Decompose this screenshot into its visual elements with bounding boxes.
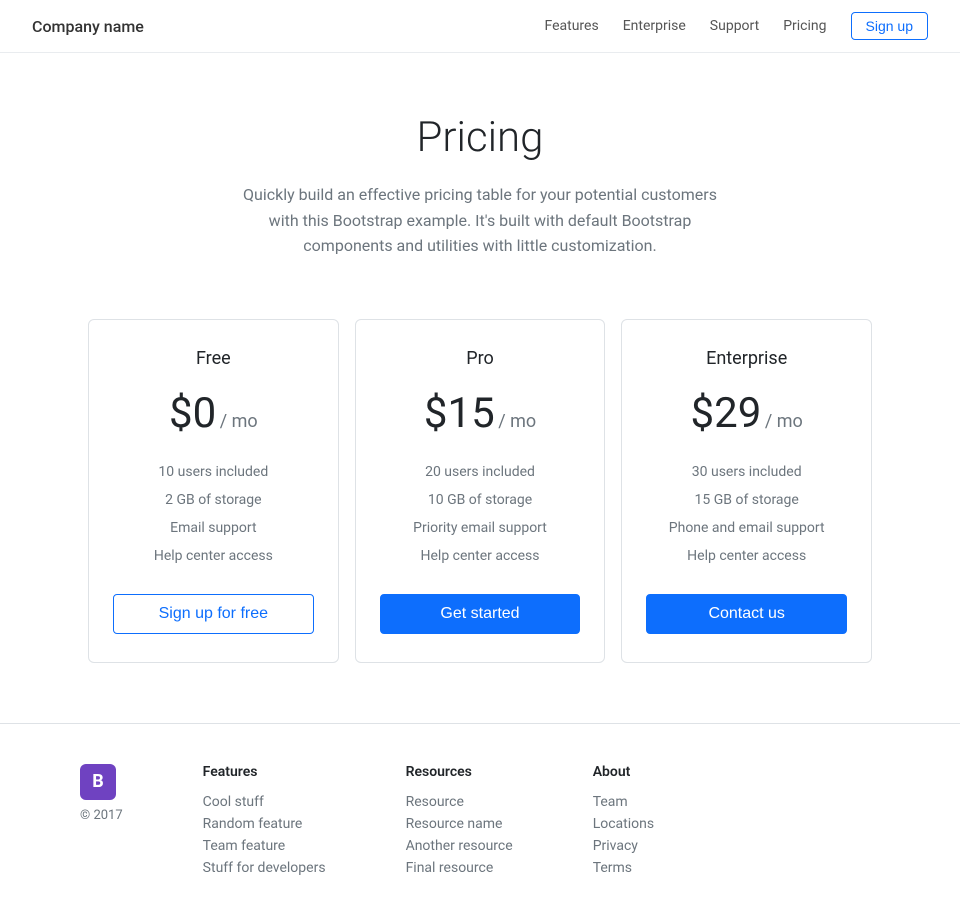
plan-features: 10 users included2 GB of storageEmail su… [113, 458, 314, 570]
footer-link-item: Another resource [406, 838, 513, 854]
pricing-section: Free $0 / mo 10 users included2 GB of st… [0, 299, 960, 723]
footer-link[interactable]: Locations [593, 816, 654, 832]
footer-link-item: Cool stuff [203, 794, 326, 810]
feature-item: Email support [113, 514, 314, 542]
signup-button[interactable]: Sign up [851, 12, 928, 40]
feature-item: Help center access [646, 542, 847, 570]
plan-price: $29 / mo [646, 389, 847, 438]
footer-col-heading: Resources [406, 764, 513, 780]
nav-features[interactable]: Features [544, 18, 598, 34]
price-period: / mo [498, 411, 536, 432]
footer-link[interactable]: Privacy [593, 838, 638, 854]
footer-link-item: Random feature [203, 816, 326, 832]
plan-price: $15 / mo [380, 389, 581, 438]
footer-col-heading: About [593, 764, 654, 780]
feature-item: 30 users included [646, 458, 847, 486]
footer-link[interactable]: Another resource [406, 838, 513, 854]
plan-features: 30 users included15 GB of storagePhone a… [646, 458, 847, 570]
footer-link-list: Cool stuff Random feature Team feature Stuf… [203, 794, 326, 876]
footer-link-item: Final resource [406, 860, 513, 876]
footer-link-list: Resource Resource name Another resource Fin… [406, 794, 513, 876]
feature-item: Help center access [113, 542, 314, 570]
footer-link[interactable]: Cool stuff [203, 794, 264, 810]
footer-link[interactable]: Resource name [406, 816, 503, 832]
footer-link-list: Team Locations Privacy Terms [593, 794, 654, 876]
plan-price: $0 / mo [113, 389, 314, 438]
hero-description: Quickly build an effective pricing table… [230, 182, 730, 259]
nav-enterprise[interactable]: Enterprise [623, 18, 686, 34]
footer-link[interactable]: Resource [406, 794, 464, 810]
feature-item: 10 GB of storage [380, 486, 581, 514]
nav-support[interactable]: Support [710, 18, 759, 34]
footer-col-features: Features Cool stuff Random feature Team fe… [203, 764, 326, 882]
footer-columns: Features Cool stuff Random feature Team fe… [203, 764, 654, 882]
footer-brand: B © 2017 [80, 764, 123, 823]
pricing-card-enterprise: Enterprise $29 / mo 30 users included15 … [621, 319, 872, 663]
footer-link-item: Team feature [203, 838, 326, 854]
price-currency: $ [169, 389, 193, 438]
pricing-card-pro: Pro $15 / mo 20 users included10 GB of s… [355, 319, 606, 663]
footer-link[interactable]: Random feature [203, 816, 303, 832]
feature-item: 15 GB of storage [646, 486, 847, 514]
footer-link[interactable]: Team [593, 794, 628, 810]
footer-link[interactable]: Team feature [203, 838, 286, 854]
footer-link-item: Privacy [593, 838, 654, 854]
footer-link-item: Locations [593, 816, 654, 832]
price-currency: $ [424, 389, 448, 438]
footer-link-item: Resource name [406, 816, 513, 832]
price-period: / mo [220, 411, 258, 432]
copyright: © 2017 [80, 808, 123, 823]
footer-link[interactable]: Terms [593, 860, 632, 876]
feature-item: Help center access [380, 542, 581, 570]
price-amount: 0 [193, 389, 217, 438]
hero-title: Pricing [20, 113, 940, 162]
plan-name: Free [113, 348, 314, 369]
brand-name: Company name [32, 17, 144, 36]
plan-name: Enterprise [646, 348, 847, 369]
pricing-card-free: Free $0 / mo 10 users included2 GB of st… [88, 319, 339, 663]
price-period: / mo [765, 411, 803, 432]
feature-item: 2 GB of storage [113, 486, 314, 514]
footer-link-item: Team [593, 794, 654, 810]
footer-link[interactable]: Final resource [406, 860, 494, 876]
plan-name: Pro [380, 348, 581, 369]
price-amount: 15 [447, 389, 494, 438]
feature-item: 20 users included [380, 458, 581, 486]
hero-section: Pricing Quickly build an effective prici… [0, 53, 960, 299]
feature-item: Phone and email support [646, 514, 847, 542]
plan-features: 20 users included10 GB of storagePriorit… [380, 458, 581, 570]
navbar: Company name Features Enterprise Support… [0, 0, 960, 53]
footer-link-item: Terms [593, 860, 654, 876]
footer-col-about: About Team Locations Privacy Terms [593, 764, 654, 882]
footer-link-item: Resource [406, 794, 513, 810]
price-amount: 29 [714, 389, 761, 438]
price-currency: $ [691, 389, 715, 438]
footer: B © 2017 Features Cool stuff Random featu… [0, 723, 960, 912]
footer-col-heading: Features [203, 764, 326, 780]
footer-link[interactable]: Stuff for developers [203, 860, 326, 876]
feature-item: 10 users included [113, 458, 314, 486]
footer-link-item: Stuff for developers [203, 860, 326, 876]
feature-item: Priority email support [380, 514, 581, 542]
brand-icon: B [80, 764, 116, 800]
nav-links: Features Enterprise Support Pricing Sign… [544, 12, 928, 40]
nav-pricing[interactable]: Pricing [783, 18, 826, 34]
footer-col-resources: Resources Resource Resource name Another r… [406, 764, 513, 882]
